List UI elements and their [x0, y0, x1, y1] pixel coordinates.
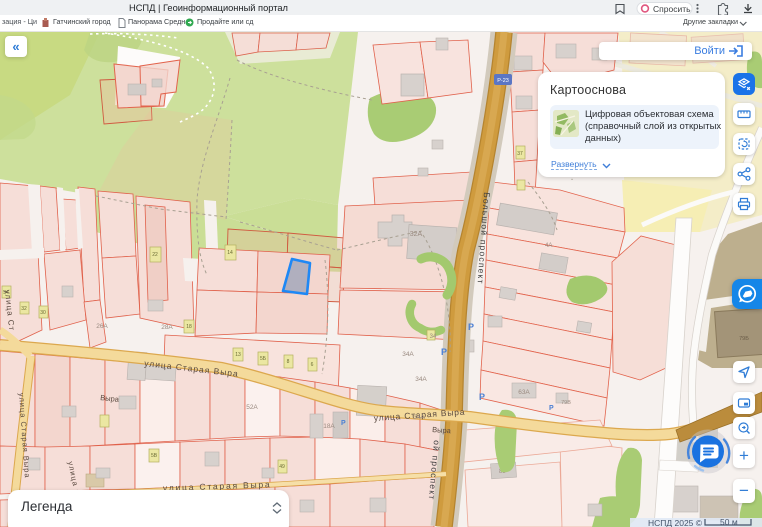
svg-text:8: 8: [287, 359, 290, 365]
svg-text:79Б: 79Б: [739, 336, 749, 342]
svg-text:32: 32: [21, 306, 27, 312]
svg-text:22: 22: [152, 252, 158, 258]
svg-text:30: 30: [40, 310, 46, 316]
svg-text:34А: 34А: [402, 351, 414, 358]
svg-text:Р: Р: [441, 347, 447, 357]
svg-text:34А: 34А: [413, 414, 425, 421]
svg-text:49: 49: [279, 464, 285, 470]
svg-text:52А: 52А: [246, 404, 258, 411]
svg-text:28А: 28А: [161, 324, 173, 331]
svg-text:6: 6: [311, 362, 314, 368]
svg-text:79В: 79В: [561, 400, 571, 406]
svg-text:Р: Р: [468, 322, 474, 332]
svg-text:5В: 5В: [151, 453, 158, 459]
svg-text:Выра: Выра: [432, 425, 452, 435]
svg-text:Р-23: Р-23: [497, 78, 509, 84]
svg-text:14: 14: [227, 250, 233, 256]
svg-text:34А: 34А: [415, 376, 427, 383]
svg-text:18А: 18А: [323, 423, 335, 430]
svg-text:34: 34: [430, 334, 437, 340]
svg-text:63А: 63А: [518, 389, 530, 396]
svg-text:32А: 32А: [410, 231, 423, 238]
svg-text:4А: 4А: [545, 243, 552, 249]
svg-text:18: 18: [186, 324, 192, 330]
svg-text:26А: 26А: [96, 323, 108, 330]
svg-text:Р: Р: [549, 405, 554, 412]
svg-text:Р: Р: [479, 392, 485, 402]
svg-text:5Б: 5Б: [260, 356, 267, 362]
svg-text:37: 37: [517, 151, 523, 157]
svg-text:13: 13: [235, 352, 241, 358]
svg-text:Р: Р: [341, 420, 346, 427]
